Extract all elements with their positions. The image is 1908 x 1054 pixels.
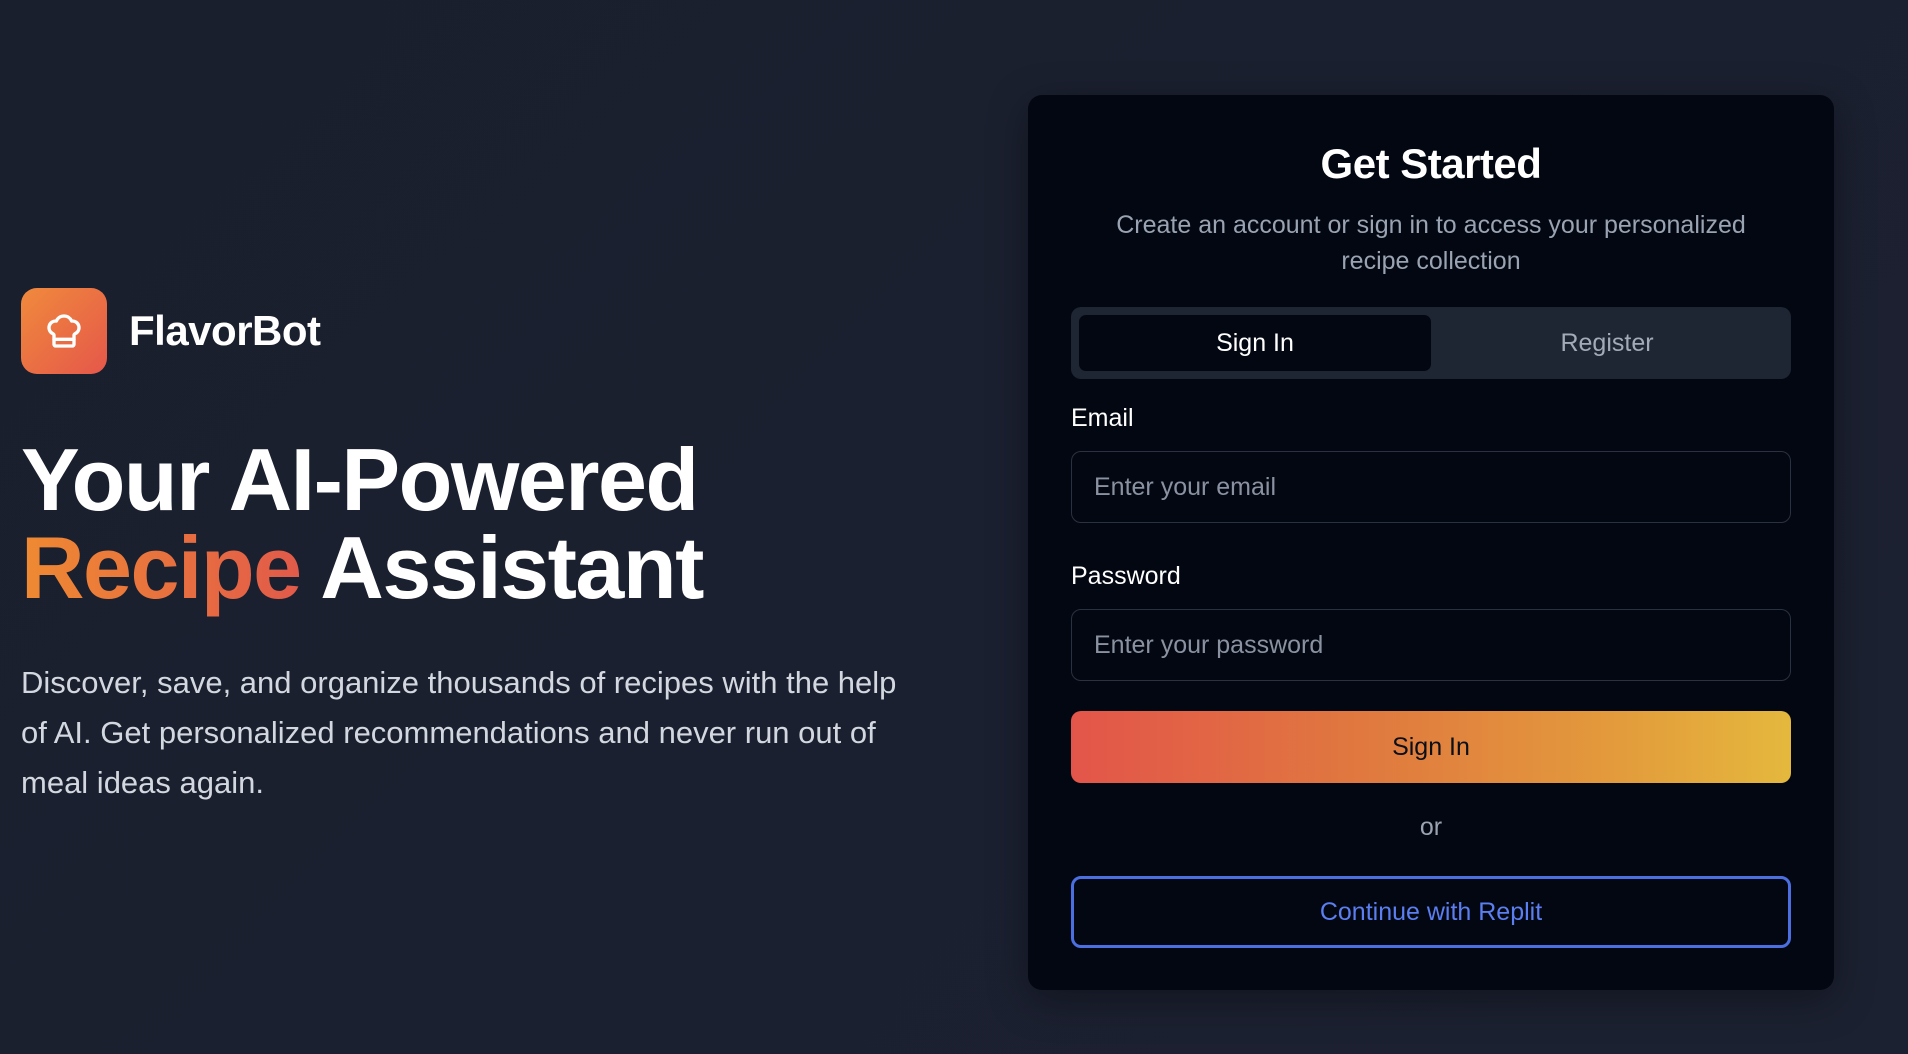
email-field[interactable] (1071, 451, 1791, 523)
auth-title-wrap: Get Started (1028, 140, 1834, 188)
sign-in-button[interactable]: Sign In (1071, 711, 1791, 783)
brand: FlavorBot (21, 288, 921, 374)
auth-card: Get Started Create an account or sign in… (1028, 95, 1834, 990)
password-field[interactable] (1071, 609, 1791, 681)
divider-or: or (1419, 813, 1443, 841)
logo (21, 288, 107, 374)
headline-line-1: Your AI-Powered (21, 430, 699, 529)
auth-title: Get Started (1320, 140, 1542, 187)
email-label: Email (1071, 404, 1134, 432)
password-label: Password (1071, 562, 1181, 590)
headline-line-2: Recipe Assistant (21, 524, 921, 612)
auth-subtitle: Create an account or sign in to access y… (1116, 211, 1746, 275)
tab-register[interactable]: Register (1431, 315, 1783, 371)
chef-hat-icon (47, 314, 81, 348)
brand-name: FlavorBot (129, 307, 321, 354)
continue-with-replit-button[interactable]: Continue with Replit (1071, 876, 1791, 948)
hero-section: FlavorBot Your AI-Powered Recipe Assista… (21, 288, 921, 808)
headline-accent: Recipe (21, 518, 302, 617)
tab-sign-in[interactable]: Sign In (1079, 315, 1431, 371)
hero-description: Discover, save, and organize thousands o… (21, 665, 897, 800)
auth-tabs: Sign In Register (1071, 307, 1791, 379)
headline-rest: Assistant (300, 518, 704, 617)
hero-headline: Your AI-Powered Recipe Assistant (21, 436, 921, 612)
